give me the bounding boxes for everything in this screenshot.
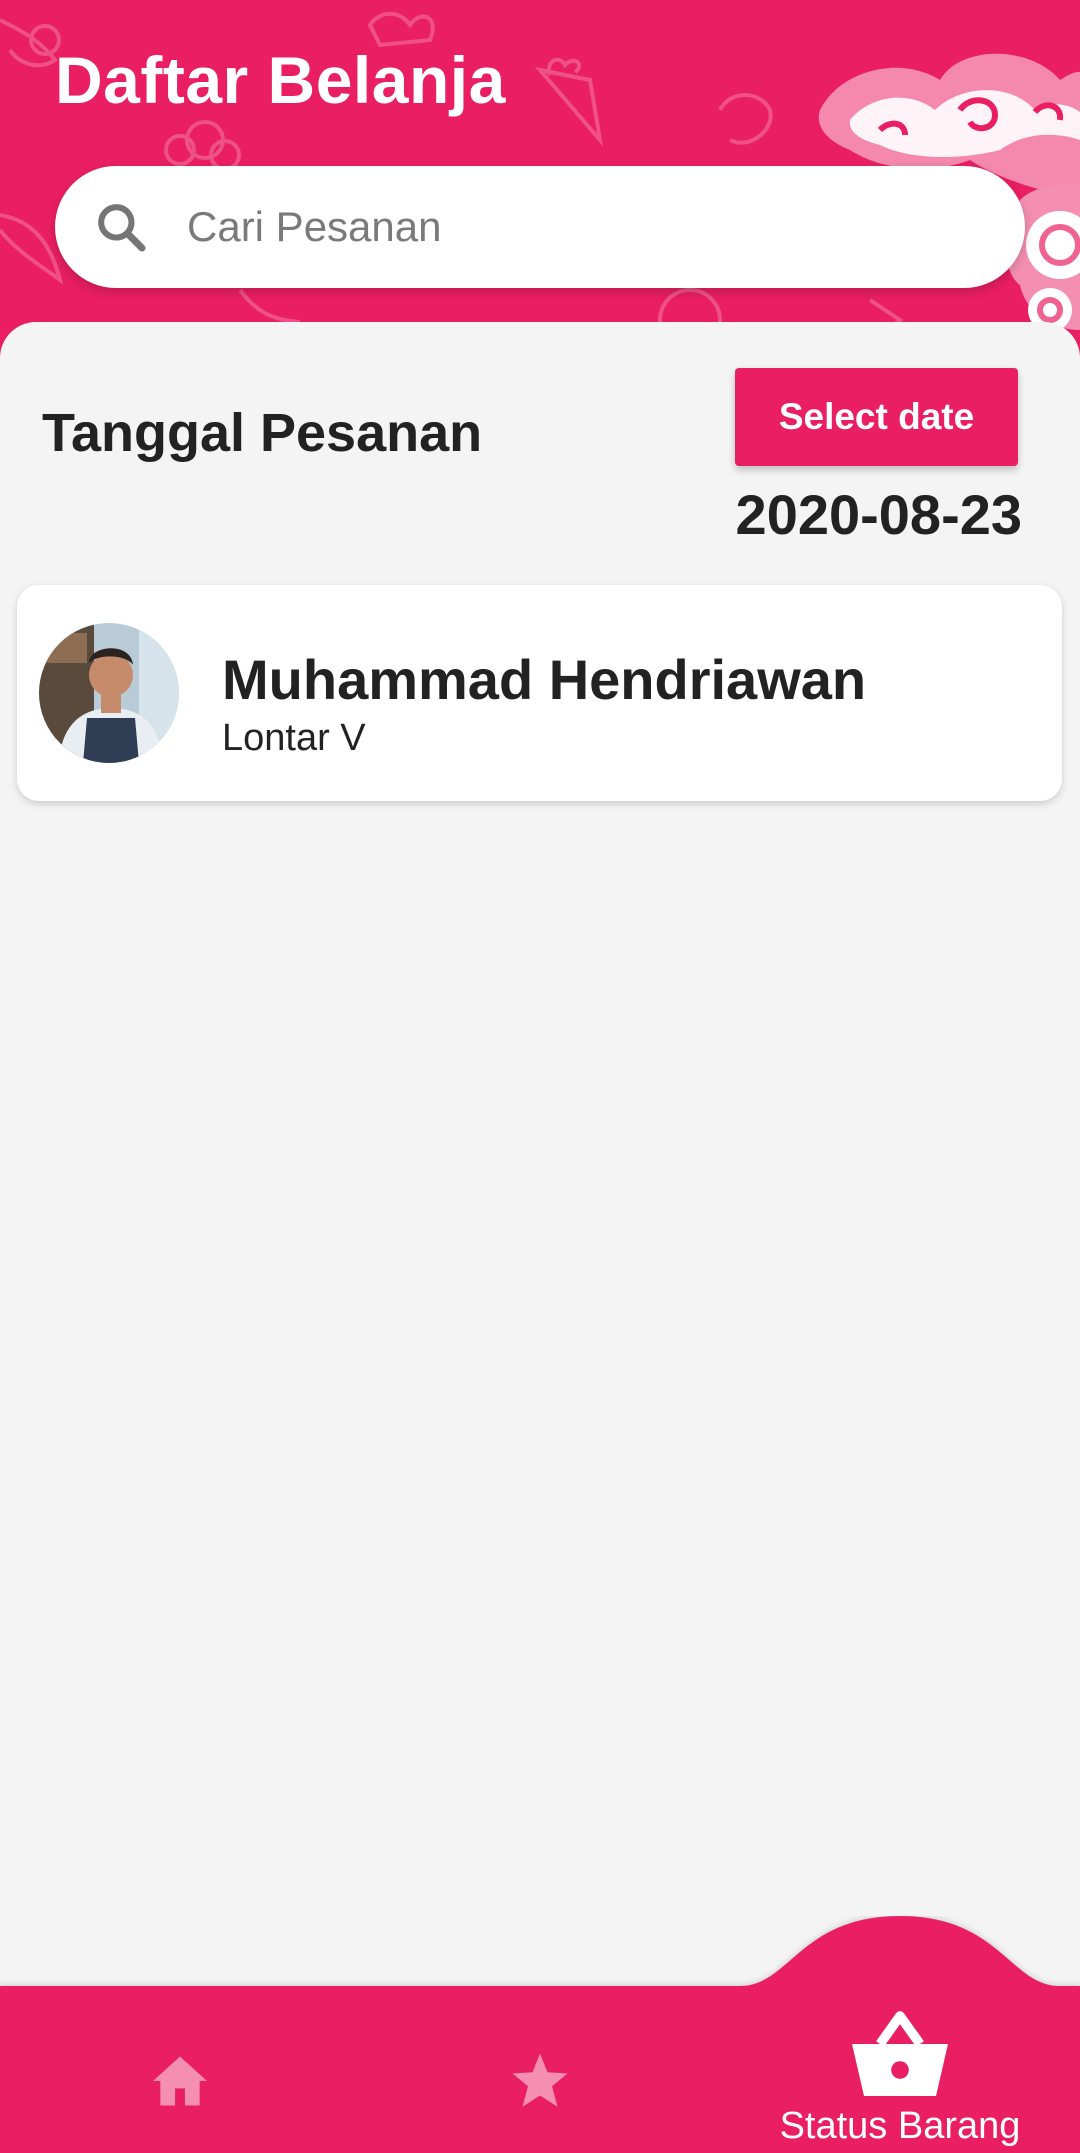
home-icon xyxy=(153,2056,207,2106)
order-card[interactable]: Muhammad Hendriawan Lontar V xyxy=(17,585,1062,801)
nav-status-barang[interactable]: Status Barang xyxy=(770,2006,1030,2153)
app-header: Daftar Belanja xyxy=(0,0,1080,360)
main-content: Tanggal Pesanan Select date 2020-08-23 M… xyxy=(0,322,1080,2012)
bottom-navigation: Status Barang xyxy=(0,1916,1080,2153)
selected-date: 2020-08-23 xyxy=(735,483,1022,546)
select-date-button[interactable]: Select date xyxy=(735,368,1018,466)
search-icon xyxy=(98,204,146,252)
avatar-photo xyxy=(39,623,179,763)
nav-status-label: Status Barang xyxy=(779,2105,1021,2147)
star-icon xyxy=(512,2053,568,2107)
nav-favorites[interactable] xyxy=(500,2041,580,2121)
order-date-title: Tanggal Pesanan xyxy=(42,403,483,463)
search-input[interactable] xyxy=(185,202,989,252)
search-bar[interactable] xyxy=(55,166,1025,288)
app-title: Daftar Belanja xyxy=(55,43,506,117)
basket-icon xyxy=(852,2011,948,2096)
customer-name: Muhammad Hendriawan xyxy=(222,648,867,711)
customer-address: Lontar V xyxy=(222,717,366,759)
nav-home[interactable] xyxy=(140,2041,220,2121)
avatar xyxy=(39,623,179,763)
